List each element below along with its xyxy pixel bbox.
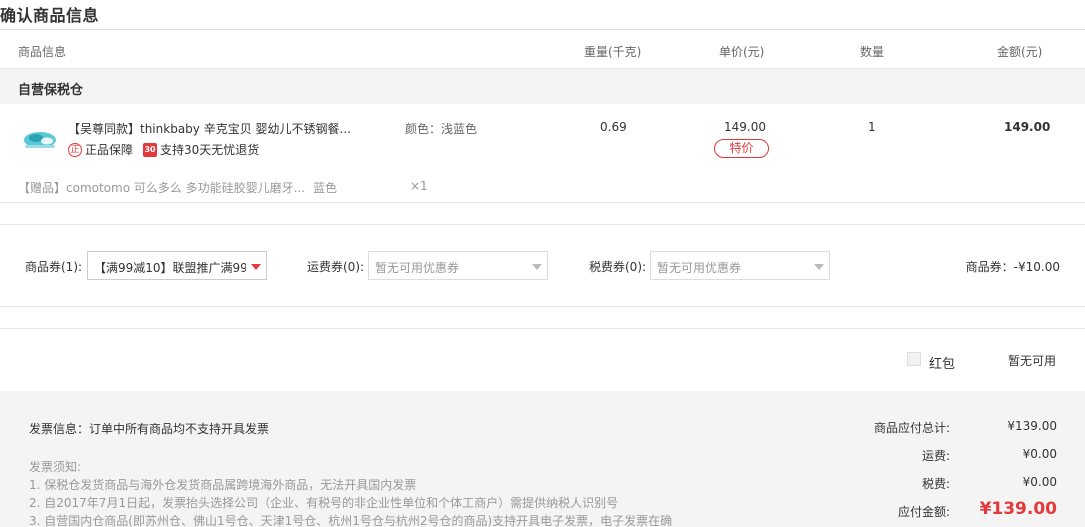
chevron-down-icon [251,264,261,270]
product-unit-price: 149.00 [724,120,766,134]
column-header-weight: 重量(千克) [584,45,642,59]
goods-coupon-select[interactable]: 【满99减10】联盟推广满99... [87,251,267,280]
warehouse-title: 自营保税仓 [18,83,84,98]
divider [0,306,1085,307]
authentic-guarantee-icon: 正 [68,142,82,157]
tax-fee-label: 税费: [921,477,950,491]
column-header-goods: 商品信息 [18,45,67,59]
title-divider [0,29,1085,30]
divider [0,224,1085,225]
product-color: 颜色：浅蓝色 [405,122,478,136]
gift-color: 蓝色 [313,181,338,195]
tax-coupon-value: 暂无可用优惠券 [657,261,742,275]
authentic-guarantee-label: 正品保障 [85,143,134,157]
gift-name-link[interactable]: 【赠品】comotomo 可么多么 多功能硅胶婴儿磨牙... [18,179,305,196]
coupon-discount-summary: 商品券：-¥10.00 [965,260,1060,274]
subtotal-label: 商品应付总计: [873,421,950,435]
invoice-notice-item: 3. 自营国内仓商品(即苏州仓、佛山1号仓、天津1号仓、杭州1号仓与杭州2号仓的… [29,514,673,527]
service-badges: 正 正品保障 30 支持30天无忧退货 [68,141,259,158]
column-header-unit-price: 单价(元) [719,45,765,59]
divider [0,328,1085,329]
product-amount: 149.00 [1004,120,1051,134]
chevron-down-icon [814,264,824,270]
redpack-label: 红包 [929,357,956,372]
shipping-coupon-label: 运费券(0): [307,260,365,274]
invoice-info: 发票信息：订单中所有商品均不支持开具发票 [29,422,270,436]
warehouse-section: 自营保税仓 [0,68,1085,104]
shipping-fee-label: 运费: [921,449,950,463]
thirty-day-return-label: 支持30天无忧退货 [160,143,260,157]
goods-coupon-label: 商品券(1): [25,260,83,274]
invoice-notice-title: 发票须知: [29,460,82,474]
goods-coupon-value: 【满99减10】联盟推广满99... [94,261,246,275]
gift-quantity: ×1 [410,179,428,193]
divider [0,202,1085,203]
redpack-checkbox[interactable] [907,352,921,366]
redpack-status: 暂无可用 [1008,354,1057,368]
subtotal-value: ¥139.00 [1007,419,1057,433]
product-image[interactable] [22,125,58,153]
total-payable-label: 应付金额: [897,505,950,519]
chevron-down-icon [532,264,542,270]
tax-coupon-select[interactable]: 暂无可用优惠券 [650,251,830,280]
product-name-link[interactable]: 【吴尊同款】thinkbaby 辛克宝贝 婴幼儿不锈钢餐... [68,120,351,137]
shipping-fee-value: ¥0.00 [1022,447,1057,461]
shipping-coupon-value: 暂无可用优惠券 [375,261,460,275]
product-weight: 0.69 [600,120,627,134]
total-payable-value: ¥139.00 [979,499,1057,519]
shipping-coupon-select[interactable]: 暂无可用优惠券 [368,251,548,280]
tax-fee-value: ¥0.00 [1022,475,1057,489]
page-title: 确认商品信息 [0,6,100,25]
invoice-notice-item: 2. 自2017年7月1日起，发票抬头选择公司（企业、有税号的非企业性单位和个体… [29,496,619,510]
order-footer: 发票信息：订单中所有商品均不支持开具发票 发票须知: 1. 保税仓发货商品与海外… [0,391,1085,527]
product-quantity: 1 [868,120,876,134]
column-header-quantity: 数量 [860,45,885,59]
invoice-notice-item: 1. 保税仓发货商品与海外仓发货商品属跨境海外商品，无法开具国内发票 [29,478,417,492]
special-price-tag: 特价 [714,139,769,158]
thirty-day-return-icon: 30 [143,142,158,157]
column-header-amount: 金额(元) [997,45,1043,59]
tax-coupon-label: 税费券(0): [589,260,647,274]
